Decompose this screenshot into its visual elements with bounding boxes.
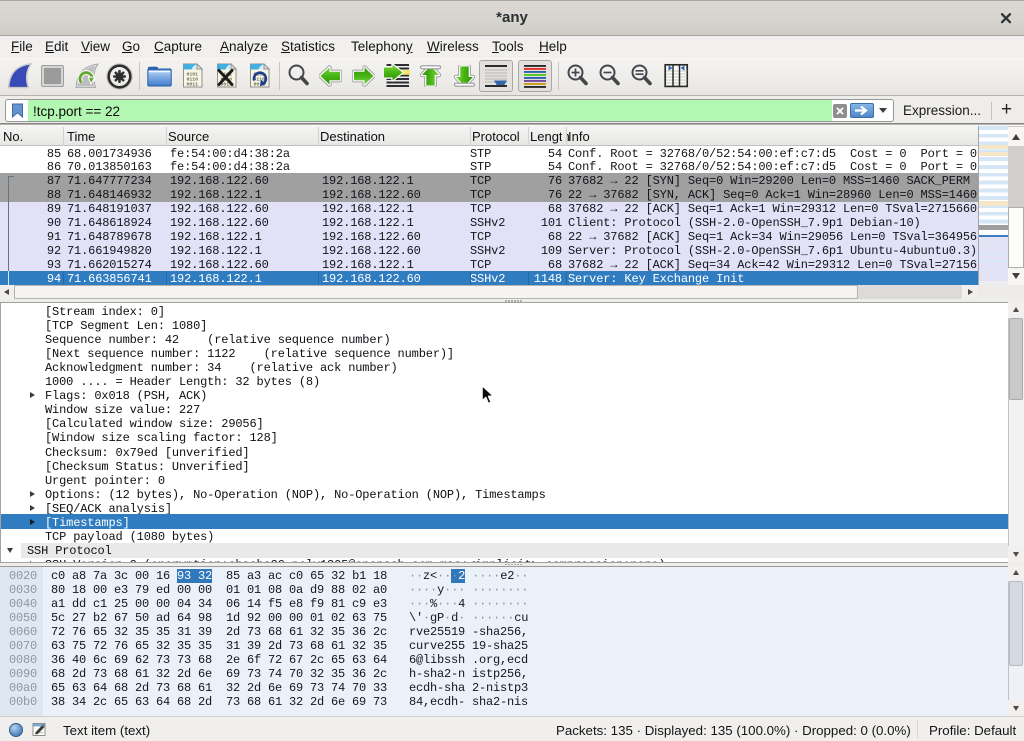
svg-text:0011: 0011 — [187, 82, 199, 88]
